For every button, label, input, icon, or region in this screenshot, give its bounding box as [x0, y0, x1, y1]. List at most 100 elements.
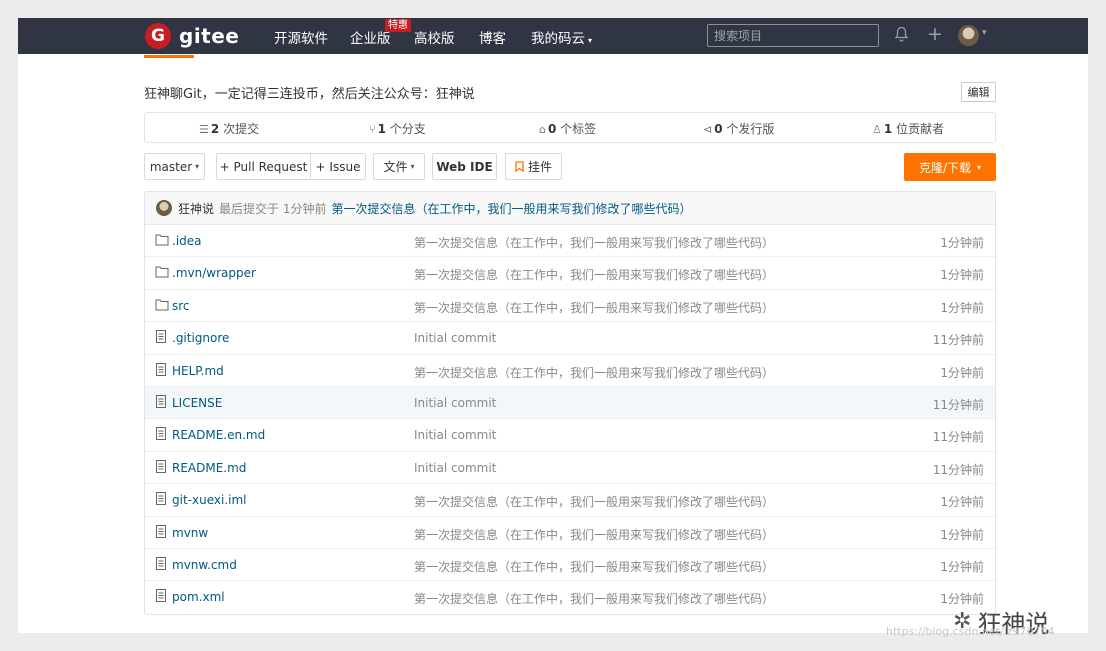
nav-education[interactable]: 高校版 [414, 27, 455, 47]
csdn-url-watermark: https://blog.csdn.net/lz970704 [886, 625, 1055, 638]
file-name-link[interactable]: LICENSE [172, 396, 222, 410]
commit-meta: 最后提交于 1分钟前 [219, 201, 327, 216]
releases-label: 个发行版 [726, 122, 775, 136]
file-icon [155, 492, 169, 506]
file-name-link[interactable]: .idea [172, 234, 202, 248]
file-name-link[interactable]: src [172, 299, 190, 313]
file-icon [155, 556, 169, 570]
folder-icon [155, 298, 169, 311]
branch-icon: ⑂ [369, 123, 376, 136]
file-name-link[interactable]: .mvn/wrapper [172, 266, 256, 280]
repo-stats-bar: ☰ 2 次提交 ⑂ 1 个分支 ⌂ 0 个标签 ⊲ 0 个发行版 ♙ 1 位贡献者 [144, 112, 996, 143]
file-commit-message[interactable]: Initial commit [414, 396, 496, 410]
widget-label: 挂件 [527, 160, 552, 174]
nav-open-source[interactable]: 开源软件 [274, 27, 328, 47]
file-commit-time: 11分钟前 [932, 333, 984, 348]
file-commit-message[interactable]: 第一次提交信息（在工作中，我们一般用来写我们修改了哪些代码） [414, 234, 774, 251]
file-name-link[interactable]: git-xuexi.iml [172, 493, 246, 507]
file-commit-time: 1分钟前 [940, 236, 984, 250]
file-menu-label: 文件 [383, 160, 408, 174]
search-input[interactable] [707, 24, 879, 47]
file-row[interactable]: mvnw.cmd 第一次提交信息（在工作中，我们一般用来写我们修改了哪些代码） 1分… [145, 549, 995, 582]
file-name-link[interactable]: HELP.md [172, 364, 224, 378]
file-name-link[interactable]: mvnw [172, 526, 208, 540]
special-offer-badge: 特惠 [385, 19, 411, 32]
folder-icon [155, 265, 169, 278]
file-commit-message[interactable]: Initial commit [414, 461, 496, 475]
issue-button[interactable]: + Issue [310, 153, 366, 180]
file-commit-time: 1分钟前 [940, 365, 984, 380]
pull-request-button[interactable]: + Pull Request [216, 153, 311, 180]
nav-my-gitee[interactable]: 我的码云 ▾ [531, 27, 592, 47]
widget-button[interactable]: 挂件 [505, 153, 562, 180]
gitee-logo-icon: G [145, 23, 171, 49]
file-row[interactable]: LICENSE Initial commit 11分钟前 [145, 386, 995, 420]
stat-commits[interactable]: ☰ 2 次提交 [199, 120, 259, 137]
plus-icon[interactable]: + [927, 23, 943, 45]
file-commit-time: 1分钟前 [940, 559, 984, 574]
file-row[interactable]: .mvn/wrapper 第一次提交信息（在工作中，我们一般用来写我们修改了哪些代… [145, 257, 995, 290]
file-name-link[interactable]: mvnw.cmd [172, 558, 237, 572]
file-commit-message[interactable]: 第一次提交信息（在工作中，我们一般用来写我们修改了哪些代码） [414, 299, 774, 316]
file-row[interactable]: README.md Initial commit 11分钟前 [145, 452, 995, 485]
file-icon [155, 394, 169, 408]
file-row[interactable]: pom.xml 第一次提交信息（在工作中，我们一般用来写我们修改了哪些代码） 1分钟… [145, 581, 995, 613]
file-commit-message[interactable]: 第一次提交信息（在工作中，我们一般用来写我们修改了哪些代码） [414, 364, 774, 381]
user-avatar[interactable] [958, 25, 979, 46]
nav-my-gitee-label: 我的码云 [531, 31, 585, 47]
releases-count: 0 [714, 122, 723, 136]
release-icon: ⊲ [703, 123, 713, 136]
branch-select[interactable]: master ▾ [144, 153, 205, 180]
stat-contributors[interactable]: ♙ 1 位贡献者 [872, 120, 944, 137]
file-commit-time: 1分钟前 [940, 495, 984, 510]
commits-icon: ☰ [199, 123, 209, 136]
bell-icon[interactable] [894, 26, 909, 46]
commit-author[interactable]: 狂神说 [178, 200, 214, 217]
web-ide-button[interactable]: Web IDE [432, 153, 497, 180]
file-row[interactable]: src 第一次提交信息（在工作中，我们一般用来写我们修改了哪些代码） 1分钟前 [145, 290, 995, 323]
commit-author-avatar[interactable] [156, 200, 172, 216]
branches-count: 1 [377, 122, 386, 136]
file-menu-button[interactable]: 文件 ▾ [373, 153, 425, 180]
file-row[interactable]: README.en.md Initial commit 11分钟前 [145, 419, 995, 452]
stat-tags[interactable]: ⌂ 0 个标签 [539, 120, 596, 137]
nav-blog[interactable]: 博客 [479, 27, 506, 47]
file-commit-message[interactable]: 第一次提交信息（在工作中，我们一般用来写我们修改了哪些代码） [414, 558, 774, 575]
file-row[interactable]: HELP.md 第一次提交信息（在工作中，我们一般用来写我们修改了哪些代码） 1分钟… [145, 355, 995, 387]
avatar-chevron-down-icon[interactable]: ▾ [982, 28, 987, 38]
file-commit-time: 11分钟前 [932, 462, 984, 477]
edit-description-button[interactable]: 编辑 [961, 82, 996, 102]
file-commit-message[interactable]: 第一次提交信息（在工作中，我们一般用来写我们修改了哪些代码） [414, 266, 774, 283]
tags-label: 个标签 [560, 122, 597, 136]
file-commit-time: 1分钟前 [940, 300, 984, 315]
file-commit-message[interactable]: Initial commit [414, 428, 496, 442]
tags-count: 0 [547, 122, 557, 136]
branch-select-label: master [149, 159, 193, 174]
gitee-logo[interactable]: G gitee [145, 22, 239, 50]
commit-message-link[interactable]: 第一次提交信息（在工作中，我们一般用来写我们修改了哪些代码） [331, 200, 691, 217]
file-commit-message[interactable]: 第一次提交信息（在工作中，我们一般用来写我们修改了哪些代码） [414, 526, 774, 543]
chevron-down-icon: ▾ [195, 162, 200, 171]
file-name-link[interactable]: .gitignore [172, 331, 229, 345]
file-name-link[interactable]: README.md [172, 461, 246, 475]
file-icon [155, 524, 169, 538]
file-commit-time: 1分钟前 [940, 268, 984, 283]
file-commit-message[interactable]: 第一次提交信息（在工作中，我们一般用来写我们修改了哪些代码） [414, 493, 774, 510]
page-frame: G gitee 开源软件 企业版 特惠 高校版 博客 我的码云▾ + ▾ 狂神聊… [18, 18, 1088, 638]
file-row[interactable]: .gitignore Initial commit 11分钟前 [145, 322, 995, 355]
stat-branches[interactable]: ⑂ 1 个分支 [369, 120, 426, 137]
file-commit-message[interactable]: Initial commit [414, 331, 496, 345]
file-commit-message[interactable]: 第一次提交信息（在工作中，我们一般用来写我们修改了哪些代码） [414, 590, 774, 607]
chevron-down-icon: ▾ [410, 162, 415, 171]
stat-releases[interactable]: ⊲ 0 个发行版 [703, 120, 774, 137]
file-row[interactable]: git-xuexi.iml 第一次提交信息（在工作中，我们一般用来写我们修改了哪些… [145, 484, 995, 517]
clone-download-button[interactable]: 克隆/下载 ▾ [904, 153, 996, 181]
file-row[interactable]: mvnw 第一次提交信息（在工作中，我们一般用来写我们修改了哪些代码） 1分钟前 [145, 517, 995, 549]
file-icon [155, 330, 169, 344]
commits-count: 2 [210, 122, 220, 136]
file-name-link[interactable]: pom.xml [172, 590, 225, 604]
file-row[interactable]: .idea 第一次提交信息（在工作中，我们一般用来写我们修改了哪些代码） 1分钟前 [145, 225, 995, 258]
file-name-link[interactable]: README.en.md [172, 428, 265, 442]
commits-label: 次提交 [223, 122, 260, 136]
contributors-label: 位贡献者 [896, 122, 945, 136]
